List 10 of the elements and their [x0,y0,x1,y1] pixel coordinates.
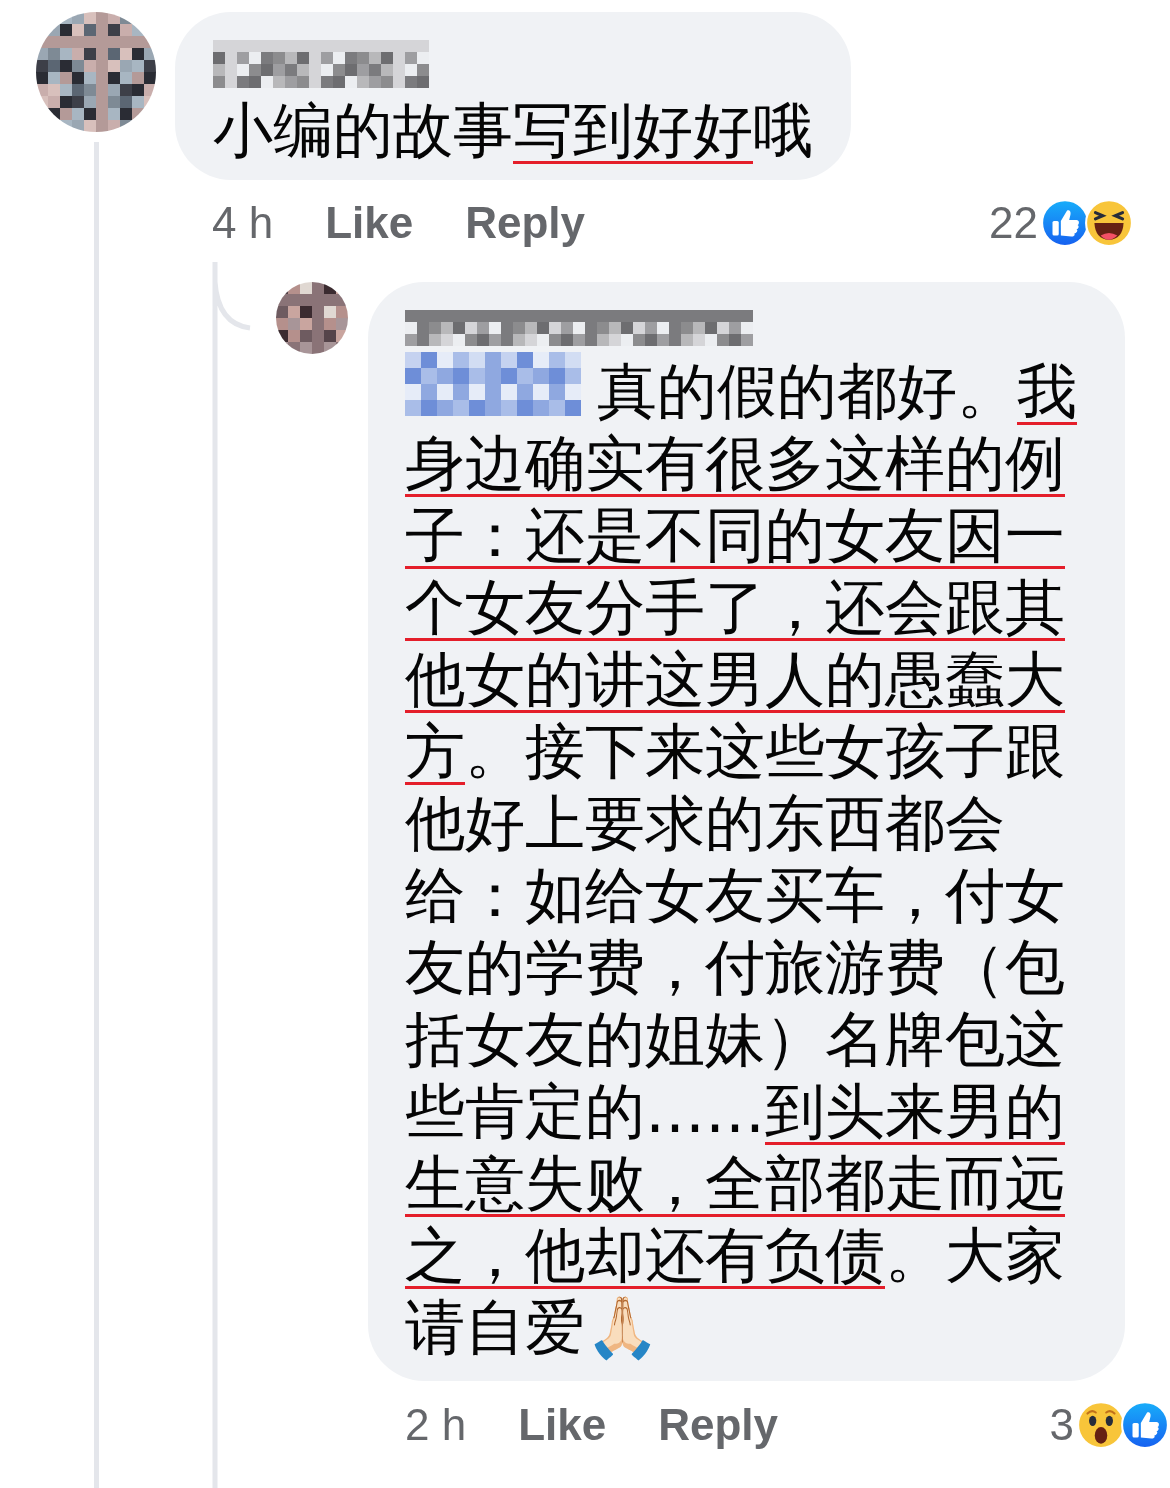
reaction-count: 3 [1049,1402,1074,1447]
timestamp: 4 h [212,201,274,246]
like-link[interactable]: Like [518,1402,607,1447]
timestamp: 2 h [405,1402,467,1447]
reaction-count: 22 [989,201,1038,246]
reply-link[interactable]: Reply [658,1402,779,1447]
reply-link[interactable]: Reply [465,201,586,246]
like-link[interactable]: Like [325,201,414,246]
comment-text: 小编的故事写到好好哦 [213,94,813,166]
comment-text: 真的假的都好。我身边确实有很多这样的例子：还是不同的女友因一个女友分手了，还会跟其他女的讲这男人的愚蠢大方。接下来这些女孩子跟他好上要求的东西都会给：如给女友买车，付女友的学费，付旅游费（包括女友的姐妹）名牌包这些肯定的……到头来男的生意失败，全部都走而远之，他却还有负债。大家请自爱🙏🏻 [405,352,1090,1364]
